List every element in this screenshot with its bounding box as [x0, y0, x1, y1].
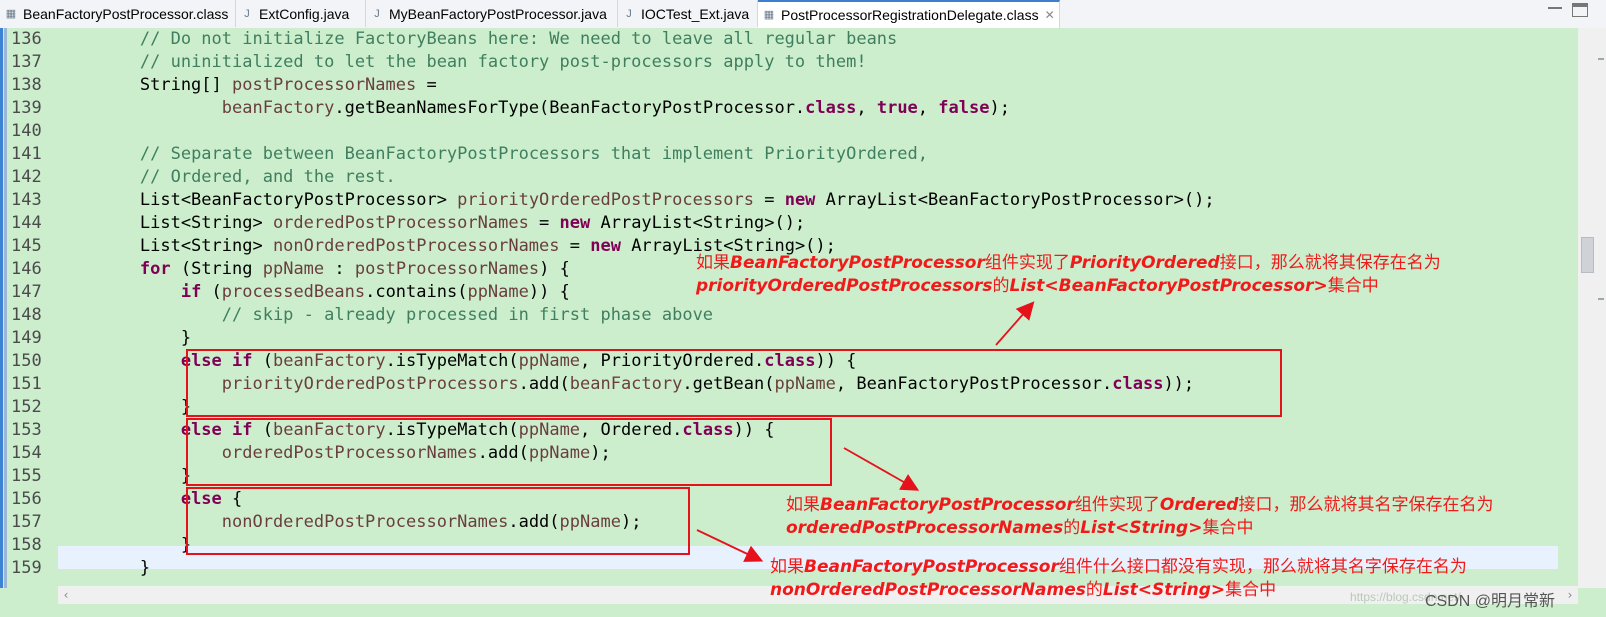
- overview-marker[interactable]: [1598, 58, 1604, 60]
- code-line[interactable]: if (processedBeans.contains(ppName)) {: [58, 281, 570, 304]
- tab-label: PostProcessorRegistrationDelegate.class: [781, 7, 1039, 23]
- line-number: 147: [11, 282, 42, 302]
- note-line: 如果BeanFactoryPostProcessor组件什么接口都没有实现，那么…: [770, 557, 1467, 577]
- code-line[interactable]: }: [58, 396, 191, 419]
- code-line[interactable]: List<String> orderedPostProcessorNames =…: [58, 212, 805, 235]
- code-line[interactable]: }: [58, 465, 191, 488]
- java-file-icon: J: [626, 7, 632, 20]
- line-number-gutter: 136 137 138 139 140 141 142 143 144 145 146 147 148 1…: [8, 28, 58, 588]
- class-file-icon: ▦: [5, 7, 17, 20]
- note-line: orderedPostProcessorNames的List<String>集合…: [786, 518, 1254, 538]
- change-ruler: [4, 28, 7, 588]
- code-line[interactable]: // Do not initialize FactoryBeans here: …: [58, 28, 897, 51]
- line-number: 155: [11, 466, 42, 486]
- code-line[interactable]: List<BeanFactoryPostProcessor> priorityO…: [58, 189, 1215, 212]
- minimize-icon[interactable]: [1548, 7, 1562, 12]
- java-file-icon: J: [244, 7, 250, 20]
- close-tab-icon[interactable]: ✕: [1045, 8, 1055, 22]
- annotation-ruler: [0, 28, 3, 588]
- line-number: 144: [11, 213, 42, 233]
- code-line[interactable]: // uninitialized to let the bean factory…: [58, 51, 867, 74]
- overview-marker[interactable]: [1598, 298, 1604, 300]
- tab-postprocessorregistrationdelegate-class[interactable]: ▦ PostProcessorRegistrationDelegate.clas…: [758, 0, 1060, 28]
- class-file-icon: ▦: [763, 9, 775, 21]
- note-line: priorityOrderedPostProcessors的List<BeanF…: [696, 276, 1379, 296]
- line-number: 140: [11, 121, 42, 141]
- line-number: 138: [11, 75, 42, 95]
- tab-label: BeanFactoryPostProcessor.class: [23, 5, 229, 22]
- editor-tab-bar: ▦ BeanFactoryPostProcessor.class J ExtCo…: [0, 0, 1606, 29]
- line-number: 142: [11, 167, 42, 187]
- tab-ioctest-ext-java[interactable]: J IOCTest_Ext.java: [618, 0, 758, 27]
- line-number: 157: [11, 512, 42, 532]
- highlight-box-priority-ordered: [186, 349, 1282, 417]
- code-line[interactable]: }: [58, 557, 150, 580]
- line-number: 143: [11, 190, 42, 210]
- tab-beanfactorypostprocessor-class[interactable]: ▦ BeanFactoryPostProcessor.class: [0, 0, 236, 27]
- line-number: 139: [11, 98, 42, 118]
- scroll-right-icon[interactable]: ›: [1562, 586, 1578, 604]
- line-number: 154: [11, 443, 42, 463]
- line-number: 137: [11, 52, 42, 72]
- line-number: 149: [11, 328, 42, 348]
- highlight-box-ordered: [186, 418, 832, 486]
- note-ordered: 如果BeanFactoryPostProcessor组件实现了Ordered接口…: [786, 494, 1493, 540]
- line-number: 151: [11, 374, 42, 394]
- line-number: 145: [11, 236, 42, 256]
- code-line[interactable]: // Separate between BeanFactoryPostProce…: [58, 143, 928, 166]
- vertical-scrollbar-thumb[interactable]: [1581, 237, 1594, 273]
- line-number: 146: [11, 259, 42, 279]
- tab-extconfig-java[interactable]: J ExtConfig.java: [236, 0, 366, 27]
- note-line: 如果BeanFactoryPostProcessor组件实现了PriorityO…: [696, 253, 1441, 273]
- note-priority-ordered: 如果BeanFactoryPostProcessor组件实现了PriorityO…: [696, 252, 1441, 298]
- highlight-box-non-ordered: [186, 487, 690, 555]
- java-file-icon: J: [374, 7, 380, 20]
- note-line: 如果BeanFactoryPostProcessor组件实现了Ordered接口…: [786, 495, 1494, 515]
- code-line[interactable]: // Ordered, and the rest.: [58, 166, 396, 189]
- code-line[interactable]: for (String ppName : postProcessorNames)…: [58, 258, 570, 281]
- line-number: 153: [11, 420, 42, 440]
- tab-label: MyBeanFactoryPostProcessor.java: [389, 5, 607, 22]
- code-line[interactable]: beanFactory.getBeanNamesForType(BeanFact…: [58, 97, 1010, 120]
- code-line[interactable]: String[] postProcessorNames =: [58, 74, 437, 97]
- overview-ruler[interactable]: [1578, 28, 1606, 588]
- line-number: 152: [11, 397, 42, 417]
- code-line[interactable]: // skip - already processed in first pha…: [58, 304, 713, 327]
- line-number: 159: [11, 558, 42, 578]
- code-line[interactable]: }: [58, 327, 191, 350]
- line-number: 136: [11, 29, 42, 49]
- tab-mybeanfactorypostprocessor-java[interactable]: J MyBeanFactoryPostProcessor.java: [366, 0, 618, 27]
- line-number: 148: [11, 305, 42, 325]
- tab-label: ExtConfig.java: [259, 5, 350, 22]
- watermark: CSDN @明月常新: [1425, 593, 1556, 610]
- scroll-left-icon[interactable]: ‹: [58, 586, 74, 604]
- maximize-icon[interactable]: [1572, 3, 1588, 17]
- tab-label: IOCTest_Ext.java: [641, 5, 750, 22]
- line-number: 156: [11, 489, 42, 509]
- code-line[interactable]: }: [58, 534, 191, 557]
- line-number: 150: [11, 351, 42, 371]
- line-number: 141: [11, 144, 42, 164]
- line-number: 158: [11, 535, 42, 555]
